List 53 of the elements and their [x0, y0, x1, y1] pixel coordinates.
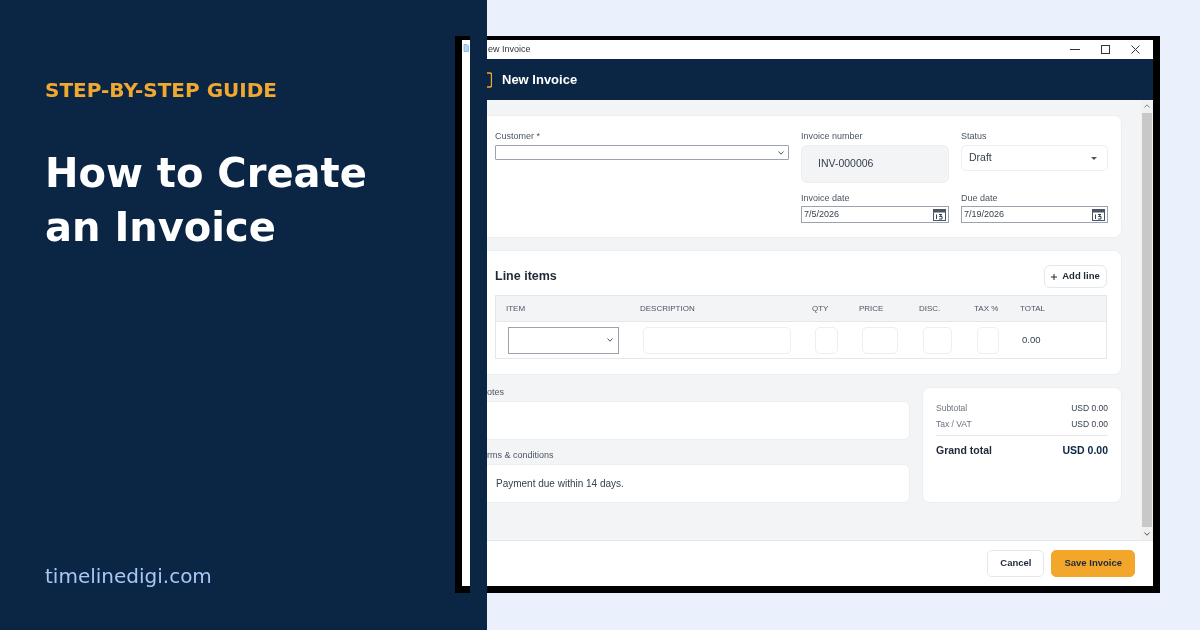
minimize-icon — [1070, 49, 1080, 50]
guide-title: How to Create an Invoice — [45, 149, 367, 252]
total-label: Subtotal — [936, 401, 968, 415]
column-header: ITEM — [506, 302, 526, 315]
total-value: USD 0.00 — [1071, 417, 1108, 431]
field-label: rms & conditions — [487, 450, 555, 460]
window-title: ew Invoice — [487, 42, 531, 56]
customer-select[interactable] — [495, 145, 789, 160]
field-label: Due date — [961, 193, 999, 203]
scrollbar-thumb[interactable] — [1142, 113, 1152, 527]
column-header: DESCRIPTION — [640, 302, 695, 315]
cancel-button[interactable]: Cancel — [987, 550, 1045, 577]
notes-field[interactable] — [487, 401, 910, 440]
calendar-icon — [933, 208, 946, 221]
total-value: USD 0.00 — [1071, 401, 1108, 415]
site-address: timelinedigi.com — [45, 564, 212, 588]
close-icon — [1130, 45, 1140, 54]
document-icon — [487, 71, 492, 88]
scroll-up-icon — [1144, 104, 1150, 108]
column-header: DISC. — [919, 302, 941, 315]
add-line-button[interactable]: Add line — [1044, 265, 1107, 288]
chevron-down-icon — [778, 150, 784, 155]
plus-icon — [1051, 273, 1058, 280]
caret-down-icon — [1091, 156, 1097, 160]
app-icon — [463, 44, 469, 52]
field-label: Status — [961, 131, 988, 141]
save-button[interactable]: Save Invoice — [1051, 550, 1135, 577]
column-header: PRICE — [859, 302, 884, 315]
scrollbar[interactable] — [1141, 100, 1153, 540]
column-header: TOTAL — [1020, 302, 1046, 315]
chevron-down-icon — [607, 338, 613, 342]
invoice-number-field: INV-000006 — [801, 145, 949, 183]
column-header: TAX % — [974, 302, 999, 315]
date-field[interactable]: 7/19/2026 — [961, 206, 1108, 223]
field-label: Invoice number — [801, 131, 864, 141]
section-title: Line items — [495, 268, 557, 286]
grand-total-value: USD 0.00 — [1062, 443, 1108, 459]
item-select[interactable] — [508, 326, 619, 354]
total-label: Tax / VAT — [936, 417, 972, 431]
guide-eyebrow: STEP-BY-STEP GUIDE — [45, 78, 277, 102]
grand-total-label: Grand total — [936, 443, 992, 459]
maximize-icon — [1100, 45, 1110, 54]
field-label: Customer * — [495, 131, 541, 141]
scroll-down-icon — [1144, 532, 1150, 536]
header-title: New Invoice — [502, 70, 578, 89]
field-label: otes — [487, 387, 505, 397]
terms-field[interactable]: Payment due within 14 days. — [487, 464, 910, 503]
field-label: Invoice date — [801, 193, 851, 203]
calendar-icon — [1092, 208, 1105, 221]
line-total: 0.00 — [1022, 332, 1041, 347]
date-field[interactable]: 7/5/2026 — [801, 206, 949, 223]
status-select[interactable]: Draft — [961, 145, 1108, 171]
column-header: QTY — [812, 302, 829, 315]
